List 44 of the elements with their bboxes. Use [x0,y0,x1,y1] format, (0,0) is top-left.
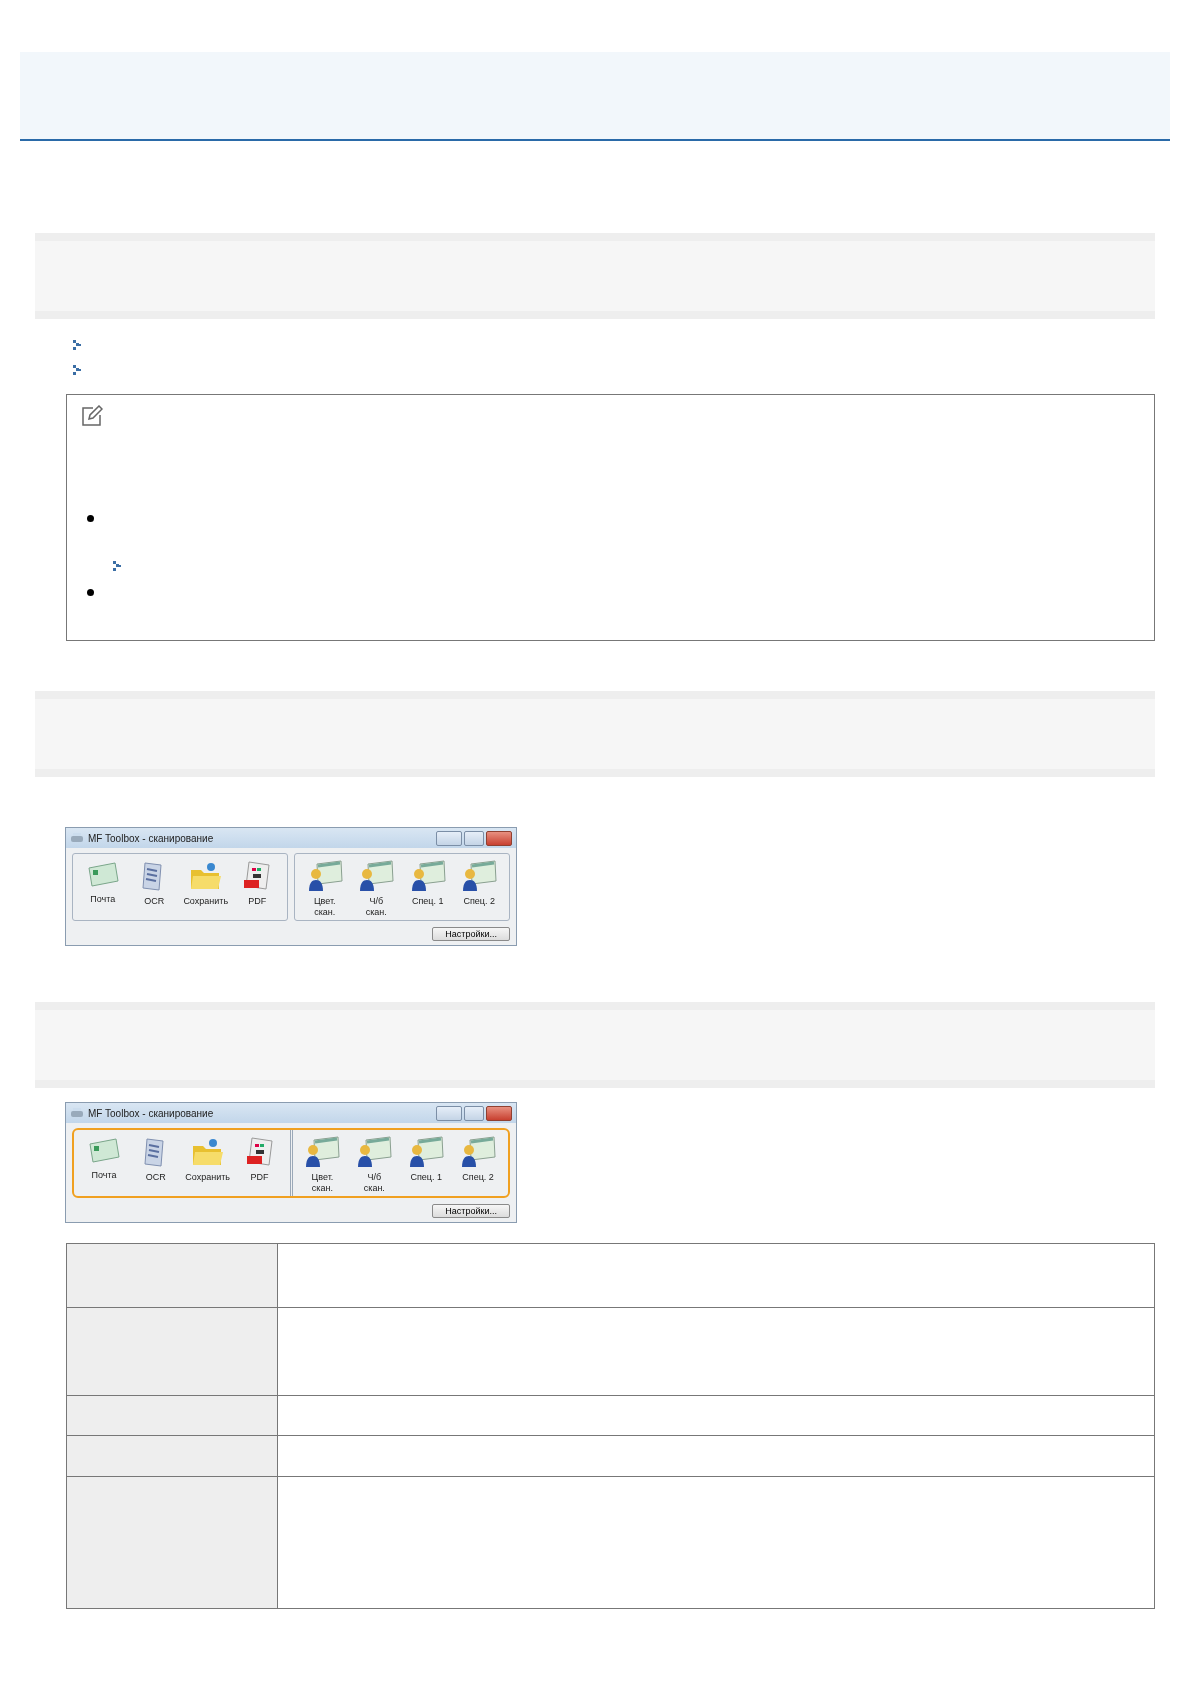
folder-icon [190,1136,225,1168]
toolbar-button[interactable]: Спец. 1 [402,1136,451,1194]
user-scan-icon [409,860,446,892]
toolbar-button[interactable]: PDF [233,860,282,918]
user-scan-icon [356,1136,393,1168]
settings-button[interactable]: Настройки... [432,1204,510,1218]
folder-icon [188,860,223,892]
arrow-icon [72,364,82,376]
close-button[interactable] [486,1105,512,1121]
window-title: MF Toolbox - сканирование [88,832,214,844]
maximize-button[interactable] [464,830,484,846]
user-scan-icon [306,860,343,892]
toolbar-button[interactable]: Сохранить [183,1136,232,1194]
settings-button[interactable]: Настройки... [432,927,510,941]
user-scan-icon [460,1136,497,1168]
toolbar-button[interactable]: Сохранить [181,860,230,918]
user-scan-icon [461,860,498,892]
bullet-icon [87,589,94,596]
bullet-icon [87,515,94,522]
toolbar-button[interactable]: Ч/б скан. [352,860,401,918]
maximize-button[interactable] [464,1105,484,1121]
toolbar-button[interactable]: Спец. 2 [454,1136,503,1194]
toolbar-button[interactable]: Цвет. скан. [298,1136,347,1194]
envelope-icon [85,860,120,890]
arrow-icon [112,560,122,572]
arrow-icon [72,339,82,351]
toolbar-button[interactable]: OCR [130,860,179,918]
pencil-note-icon [81,405,103,427]
minimize-button[interactable] [436,1105,462,1121]
toolbar-button[interactable]: Почта [79,1136,128,1194]
user-scan-icon [408,1136,445,1168]
toolbar-button[interactable]: PDF [235,1136,284,1194]
toolbar-button[interactable]: OCR [131,1136,180,1194]
toolbar-button[interactable]: Цвет. скан. [300,860,349,918]
user-scan-icon [358,860,395,892]
window-title: MF Toolbox - сканирование [88,1107,214,1119]
toolbar-button[interactable]: Ч/б скан. [350,1136,399,1194]
envelope-icon [86,1136,121,1166]
minimize-button[interactable] [436,830,462,846]
close-button[interactable] [486,830,512,846]
toolbar-button[interactable]: Почта [78,860,127,918]
toolbar-button[interactable]: Спец. 2 [455,860,504,918]
toolbar-button[interactable]: Спец. 1 [403,860,452,918]
user-scan-icon [304,1136,341,1168]
